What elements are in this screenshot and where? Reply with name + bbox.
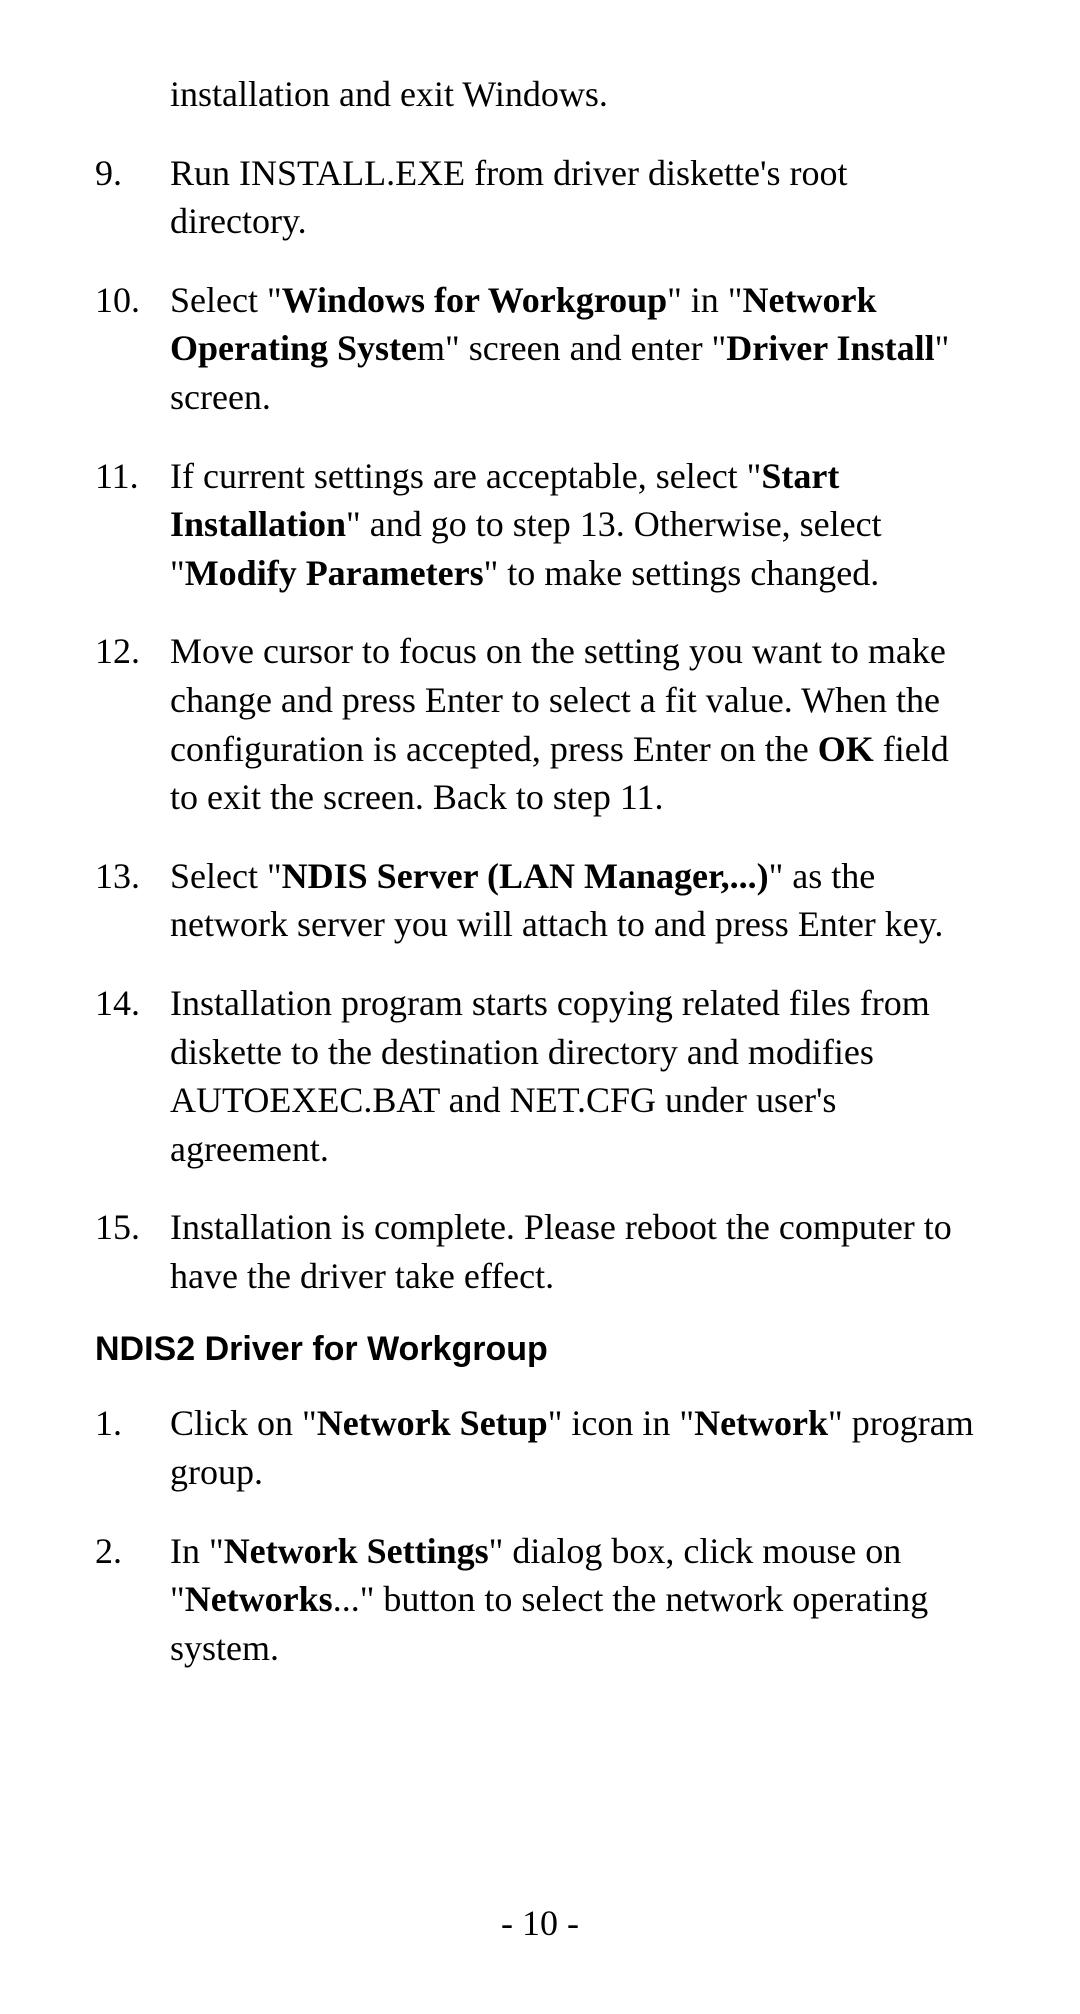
list-item-text: Installation is complete. Please reboot … [170,1203,985,1300]
list-item: 9. Run INSTALL.EXE from driver diskette'… [95,149,985,246]
list-item-number: 1. [95,1399,170,1496]
list-item: 10. Select "Windows for Workgroup" in "N… [95,276,985,422]
list-item-text: installation and exit Windows. [170,70,985,119]
list-item-number: 11. [95,452,170,598]
list-item: 15. Installation is complete. Please reb… [95,1203,985,1300]
list-item: 13. Select "NDIS Server (LAN Manager,...… [95,852,985,949]
list-item-number: 9. [95,149,170,246]
list-item-text: Select "Windows for Workgroup" in "Netwo… [170,276,985,422]
list-item-number: 2. [95,1527,170,1673]
page-number: - 10 - [0,1902,1080,1944]
list-item-text: Run INSTALL.EXE from driver diskette's r… [170,149,985,246]
list-item-text: If current settings are acceptable, sele… [170,452,985,598]
ndis2-steps-list: 1. Click on "Network Setup" icon in "Net… [95,1399,985,1672]
list-item-text: In "Network Settings" dialog box, click … [170,1527,985,1673]
page: installation and exit Windows. 9. Run IN… [0,0,1080,2014]
list-item: 14. Installation program starts copying … [95,979,985,1173]
list-item-number: 14. [95,979,170,1173]
list-item-number: 12. [95,627,170,821]
list-item-text: Select "NDIS Server (LAN Manager,...)" a… [170,852,985,949]
list-item-text: Move cursor to focus on the setting you … [170,627,985,821]
list-item-number: 15. [95,1203,170,1300]
list-item-number [95,70,170,119]
list-item: 1. Click on "Network Setup" icon in "Net… [95,1399,985,1496]
list-item: 2. In "Network Settings" dialog box, cli… [95,1527,985,1673]
list-item-text: Click on "Network Setup" icon in "Networ… [170,1399,985,1496]
list-item-number: 10. [95,276,170,422]
section-title: NDIS2 Driver for Workgroup [95,1330,985,1369]
list-item: 12. Move cursor to focus on the setting … [95,627,985,821]
list-item-text: Installation program starts copying rela… [170,979,985,1173]
list-item: installation and exit Windows. [95,70,985,119]
list-item: 11. If current settings are acceptable, … [95,452,985,598]
install-steps-list: installation and exit Windows. 9. Run IN… [95,70,985,1300]
list-item-number: 13. [95,852,170,949]
